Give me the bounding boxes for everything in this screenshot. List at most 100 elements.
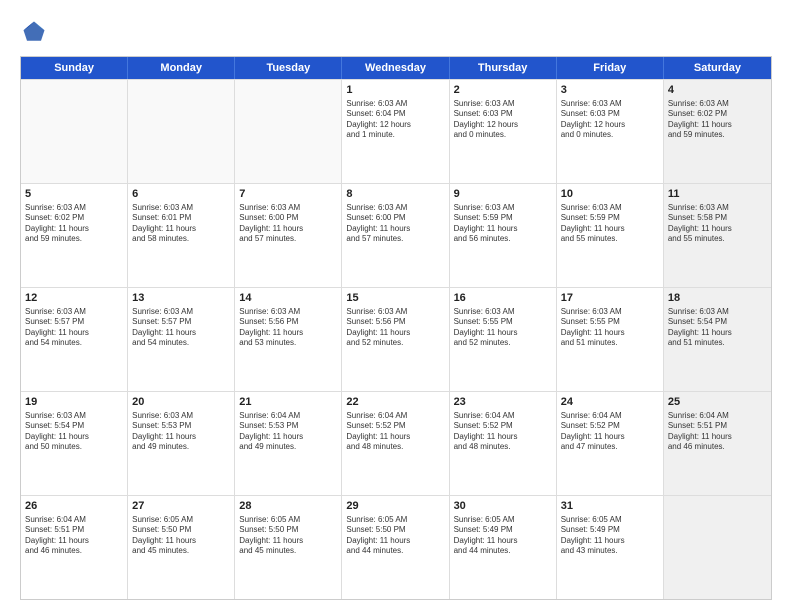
calendar-day-13: 13Sunrise: 6:03 AM Sunset: 5:57 PM Dayli… [128,288,235,391]
cell-info: Sunrise: 6:03 AM Sunset: 6:03 PM Dayligh… [561,99,659,141]
cell-info: Sunrise: 6:03 AM Sunset: 5:56 PM Dayligh… [346,307,444,349]
day-number: 4 [668,83,767,98]
cell-info: Sunrise: 6:04 AM Sunset: 5:52 PM Dayligh… [346,411,444,453]
header-day-sunday: Sunday [21,57,128,79]
cell-info: Sunrise: 6:03 AM Sunset: 5:58 PM Dayligh… [668,203,767,245]
calendar-day-12: 12Sunrise: 6:03 AM Sunset: 5:57 PM Dayli… [21,288,128,391]
cell-info: Sunrise: 6:03 AM Sunset: 5:55 PM Dayligh… [561,307,659,349]
cell-info: Sunrise: 6:03 AM Sunset: 5:53 PM Dayligh… [132,411,230,453]
cell-info: Sunrise: 6:03 AM Sunset: 6:00 PM Dayligh… [239,203,337,245]
day-number: 14 [239,291,337,306]
cell-info: Sunrise: 6:03 AM Sunset: 6:02 PM Dayligh… [25,203,123,245]
calendar-day-23: 23Sunrise: 6:04 AM Sunset: 5:52 PM Dayli… [450,392,557,495]
header-day-saturday: Saturday [664,57,771,79]
day-number: 13 [132,291,230,306]
cell-info: Sunrise: 6:03 AM Sunset: 5:55 PM Dayligh… [454,307,552,349]
day-number: 11 [668,187,767,202]
calendar-day-15: 15Sunrise: 6:03 AM Sunset: 5:56 PM Dayli… [342,288,449,391]
calendar: SundayMondayTuesdayWednesdayThursdayFrid… [20,56,772,600]
calendar-day-30: 30Sunrise: 6:05 AM Sunset: 5:49 PM Dayli… [450,496,557,599]
calendar-day-6: 6Sunrise: 6:03 AM Sunset: 6:01 PM Daylig… [128,184,235,287]
cell-info: Sunrise: 6:03 AM Sunset: 5:59 PM Dayligh… [454,203,552,245]
day-number: 6 [132,187,230,202]
calendar-row-0: 1Sunrise: 6:03 AM Sunset: 6:04 PM Daylig… [21,79,771,183]
calendar-row-1: 5Sunrise: 6:03 AM Sunset: 6:02 PM Daylig… [21,183,771,287]
day-number: 17 [561,291,659,306]
day-number: 30 [454,499,552,514]
calendar-day-2: 2Sunrise: 6:03 AM Sunset: 6:03 PM Daylig… [450,80,557,183]
calendar-day-10: 10Sunrise: 6:03 AM Sunset: 5:59 PM Dayli… [557,184,664,287]
day-number: 18 [668,291,767,306]
day-number: 8 [346,187,444,202]
cell-info: Sunrise: 6:05 AM Sunset: 5:50 PM Dayligh… [346,515,444,557]
header-day-friday: Friday [557,57,664,79]
cell-info: Sunrise: 6:03 AM Sunset: 6:01 PM Dayligh… [132,203,230,245]
cell-info: Sunrise: 6:03 AM Sunset: 5:57 PM Dayligh… [25,307,123,349]
day-number: 2 [454,83,552,98]
page: SundayMondayTuesdayWednesdayThursdayFrid… [0,0,792,612]
calendar-day-3: 3Sunrise: 6:03 AM Sunset: 6:03 PM Daylig… [557,80,664,183]
calendar-day-7: 7Sunrise: 6:03 AM Sunset: 6:00 PM Daylig… [235,184,342,287]
cell-info: Sunrise: 6:04 AM Sunset: 5:51 PM Dayligh… [25,515,123,557]
cell-info: Sunrise: 6:03 AM Sunset: 5:56 PM Dayligh… [239,307,337,349]
header [20,18,772,46]
calendar-day-14: 14Sunrise: 6:03 AM Sunset: 5:56 PM Dayli… [235,288,342,391]
calendar-cell-empty [21,80,128,183]
cell-info: Sunrise: 6:03 AM Sunset: 6:03 PM Dayligh… [454,99,552,141]
day-number: 12 [25,291,123,306]
cell-info: Sunrise: 6:03 AM Sunset: 6:02 PM Dayligh… [668,99,767,141]
day-number: 23 [454,395,552,410]
cell-info: Sunrise: 6:04 AM Sunset: 5:52 PM Dayligh… [561,411,659,453]
cell-info: Sunrise: 6:03 AM Sunset: 6:00 PM Dayligh… [346,203,444,245]
calendar-row-2: 12Sunrise: 6:03 AM Sunset: 5:57 PM Dayli… [21,287,771,391]
logo-icon [20,18,48,46]
calendar-cell-empty [128,80,235,183]
calendar-day-20: 20Sunrise: 6:03 AM Sunset: 5:53 PM Dayli… [128,392,235,495]
calendar-row-3: 19Sunrise: 6:03 AM Sunset: 5:54 PM Dayli… [21,391,771,495]
logo [20,18,52,46]
calendar-day-1: 1Sunrise: 6:03 AM Sunset: 6:04 PM Daylig… [342,80,449,183]
day-number: 3 [561,83,659,98]
day-number: 19 [25,395,123,410]
day-number: 7 [239,187,337,202]
day-number: 29 [346,499,444,514]
cell-info: Sunrise: 6:03 AM Sunset: 5:59 PM Dayligh… [561,203,659,245]
cell-info: Sunrise: 6:05 AM Sunset: 5:50 PM Dayligh… [132,515,230,557]
day-number: 10 [561,187,659,202]
calendar-day-8: 8Sunrise: 6:03 AM Sunset: 6:00 PM Daylig… [342,184,449,287]
calendar-body: 1Sunrise: 6:03 AM Sunset: 6:04 PM Daylig… [21,79,771,599]
calendar-day-26: 26Sunrise: 6:04 AM Sunset: 5:51 PM Dayli… [21,496,128,599]
calendar-day-29: 29Sunrise: 6:05 AM Sunset: 5:50 PM Dayli… [342,496,449,599]
calendar-day-24: 24Sunrise: 6:04 AM Sunset: 5:52 PM Dayli… [557,392,664,495]
day-number: 16 [454,291,552,306]
calendar-row-4: 26Sunrise: 6:04 AM Sunset: 5:51 PM Dayli… [21,495,771,599]
day-number: 9 [454,187,552,202]
cell-info: Sunrise: 6:03 AM Sunset: 5:57 PM Dayligh… [132,307,230,349]
cell-info: Sunrise: 6:05 AM Sunset: 5:49 PM Dayligh… [561,515,659,557]
day-number: 31 [561,499,659,514]
cell-info: Sunrise: 6:05 AM Sunset: 5:49 PM Dayligh… [454,515,552,557]
day-number: 26 [25,499,123,514]
calendar-day-28: 28Sunrise: 6:05 AM Sunset: 5:50 PM Dayli… [235,496,342,599]
day-number: 25 [668,395,767,410]
calendar-header-row: SundayMondayTuesdayWednesdayThursdayFrid… [21,57,771,79]
day-number: 1 [346,83,444,98]
calendar-day-4: 4Sunrise: 6:03 AM Sunset: 6:02 PM Daylig… [664,80,771,183]
calendar-day-27: 27Sunrise: 6:05 AM Sunset: 5:50 PM Dayli… [128,496,235,599]
header-day-wednesday: Wednesday [342,57,449,79]
cell-info: Sunrise: 6:04 AM Sunset: 5:52 PM Dayligh… [454,411,552,453]
cell-info: Sunrise: 6:04 AM Sunset: 5:53 PM Dayligh… [239,411,337,453]
day-number: 20 [132,395,230,410]
calendar-day-11: 11Sunrise: 6:03 AM Sunset: 5:58 PM Dayli… [664,184,771,287]
calendar-day-16: 16Sunrise: 6:03 AM Sunset: 5:55 PM Dayli… [450,288,557,391]
header-day-tuesday: Tuesday [235,57,342,79]
calendar-day-22: 22Sunrise: 6:04 AM Sunset: 5:52 PM Dayli… [342,392,449,495]
calendar-day-5: 5Sunrise: 6:03 AM Sunset: 6:02 PM Daylig… [21,184,128,287]
calendar-cell-empty [664,496,771,599]
day-number: 24 [561,395,659,410]
header-day-monday: Monday [128,57,235,79]
day-number: 21 [239,395,337,410]
cell-info: Sunrise: 6:03 AM Sunset: 6:04 PM Dayligh… [346,99,444,141]
cell-info: Sunrise: 6:05 AM Sunset: 5:50 PM Dayligh… [239,515,337,557]
day-number: 22 [346,395,444,410]
